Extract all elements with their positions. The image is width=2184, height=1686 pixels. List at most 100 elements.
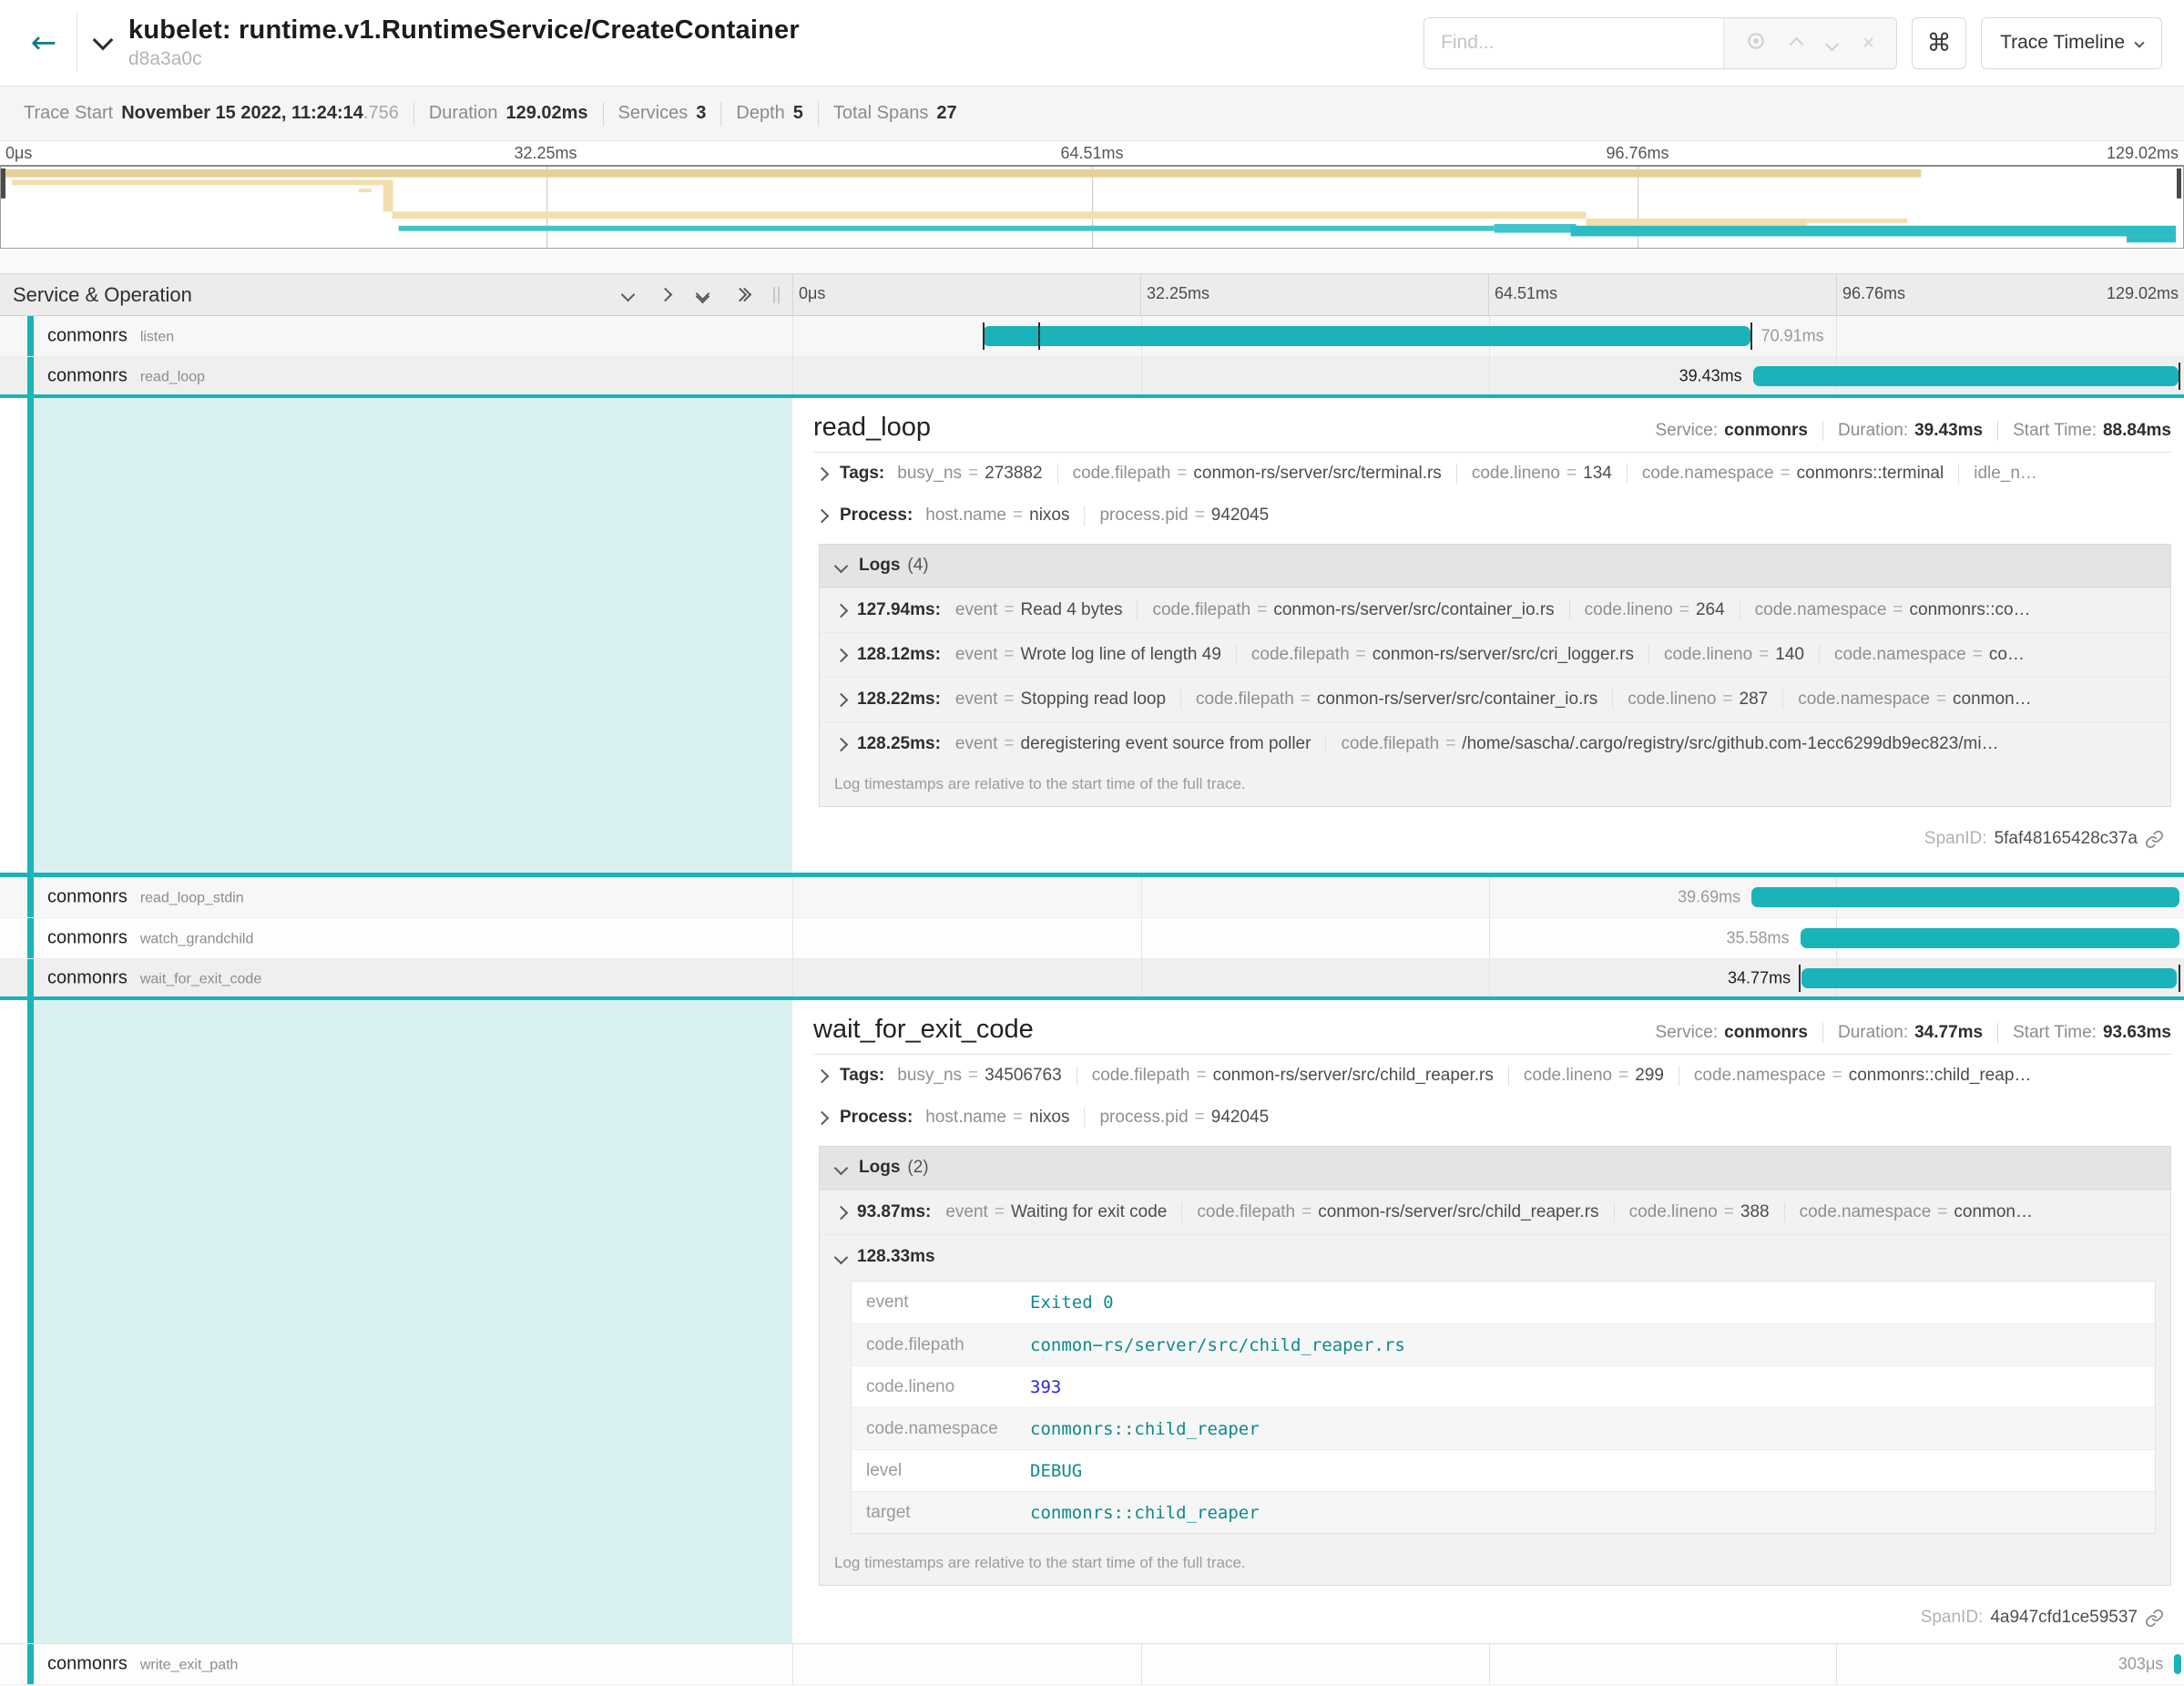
kv-chip[interactable]: code.filepath=conmon-rs/server/src/child…	[1077, 1066, 1508, 1086]
kv-chip[interactable]: code.filepath=conmon-rs/server/src/termi…	[1057, 464, 1456, 484]
kv-chip[interactable]: code.filepath=/home/sascha/.cargo/regist…	[1325, 734, 2013, 754]
find-input[interactable]	[1424, 18, 1723, 68]
summary-label: Depth	[736, 103, 784, 124]
span-timeline-cell[interactable]: 39.69ms	[792, 877, 2184, 917]
kv-chip[interactable]: code.lineno=140	[1648, 645, 1819, 665]
kv-chip[interactable]: code.filepath=conmon-rs/server/src/conta…	[1137, 600, 1568, 620]
tags-row[interactable]: Tags:busy_ns=273882code.filepath=conmon-…	[813, 453, 2171, 495]
kv-chip[interactable]: code.lineno=264	[1569, 600, 1740, 620]
kv-chip[interactable]: code.filepath=conmon-rs/server/src/cri_l…	[1236, 645, 1648, 665]
detail-meta: Service:conmonrsDuration:34.77msStart Ti…	[1656, 1023, 2172, 1043]
scope-icon[interactable]	[1746, 31, 1766, 55]
span-duration-bar[interactable]	[1801, 928, 2180, 948]
span-duration-bar[interactable]	[983, 326, 1750, 346]
timeline-gridline	[1489, 918, 1490, 958]
collapse-all-icon[interactable]	[698, 289, 708, 301]
kv-chip[interactable]: code.lineno=388	[1614, 1202, 1784, 1222]
chevron-right-icon	[815, 1068, 830, 1083]
back-icon[interactable]: ←	[20, 25, 67, 61]
trace-minimap[interactable]	[0, 165, 2184, 249]
process-row[interactable]: Process:host.name=nixosprocess.pid=94204…	[813, 1097, 2171, 1139]
minimap-span-segment	[393, 211, 1587, 219]
kv-chip[interactable]: code.namespace=conmonrs::terminal	[1627, 464, 1958, 484]
kv-chip[interactable]: code.namespace=conmonrs::co…	[1740, 600, 2046, 620]
log-entry[interactable]: 128.22ms:event=Stopping read loopcode.fi…	[820, 677, 2170, 721]
span-row-write_exit_path[interactable]: conmonrswrite_exit_path303μs	[0, 1644, 2184, 1685]
expand-one-icon[interactable]	[658, 288, 673, 302]
kv-chip[interactable]: code.filepath=conmon-rs/server/src/conta…	[1180, 690, 1612, 710]
log-fields-table: eventExited 0code.filepathconmon−rs/serv…	[851, 1281, 2156, 1534]
kv-chip[interactable]: process.pid=942045	[1084, 506, 1283, 526]
spanid-value: 5faf48165428c37a	[1995, 829, 2138, 849]
log-entry[interactable]: 128.25ms:event=deregistering event sourc…	[820, 721, 2170, 766]
span-row-watch_grandchild[interactable]: conmonrswatch_grandchild35.58ms	[0, 918, 2184, 959]
kv-chip[interactable]: event=Wrote log line of length 49	[946, 645, 1236, 665]
kv-chip[interactable]: busy_ns=273882	[888, 464, 1056, 484]
collapse-one-icon[interactable]	[621, 288, 636, 302]
find-clear-icon[interactable]: ×	[1863, 33, 1874, 53]
kv-chip[interactable]: event=deregistering event source from po…	[946, 734, 1326, 754]
minimap-gridline	[1092, 167, 1093, 248]
kv-chip[interactable]: code.lineno=287	[1612, 690, 1782, 710]
chevron-right-icon	[815, 508, 830, 523]
kv-chip[interactable]: code.namespace=conmon…	[1782, 690, 2046, 710]
kv-chip[interactable]: idle_n…	[1958, 464, 2052, 484]
tick-label: 32.25ms	[514, 144, 577, 163]
link-icon[interactable]	[2145, 830, 2164, 849]
kv-key: code.filepath	[1092, 1066, 1190, 1085]
column-resize-handle[interactable]	[773, 287, 780, 303]
kv-chip[interactable]: busy_ns=34506763	[888, 1066, 1076, 1086]
span-duration-bar[interactable]	[1751, 887, 2179, 907]
kv-value: conmon-rs/server/src/child_reaper.rs	[1318, 1202, 1598, 1221]
kv-chip[interactable]: process.pid=942045	[1084, 1108, 1283, 1128]
span-row-read_loop[interactable]: conmonrsread_loop39.43ms	[0, 357, 2184, 398]
kv-chip[interactable]: event=Waiting for exit code	[936, 1202, 1181, 1222]
span-timeline-cell[interactable]: 34.77ms	[792, 959, 2184, 996]
log-entry[interactable]: 128.12ms:event=Wrote log line of length …	[820, 632, 2170, 677]
span-row-wait_for_exit_code[interactable]: conmonrswait_for_exit_code34.77ms	[0, 959, 2184, 1000]
kv-chip[interactable]: code.lineno=299	[1508, 1066, 1679, 1086]
span-duration-bar[interactable]	[1801, 968, 2177, 988]
span-color-accent	[27, 1644, 34, 1684]
span-duration-bar[interactable]	[2174, 1654, 2181, 1674]
process-row[interactable]: Process:host.name=nixosprocess.pid=94204…	[813, 495, 2171, 536]
kv-equals: =	[1781, 464, 1791, 483]
kv-chip[interactable]: code.namespace=conmonrs::child_reap…	[1679, 1066, 2046, 1086]
span-timeline-cell[interactable]: 70.91ms	[792, 316, 2184, 356]
log-entry[interactable]: 93.87ms:event=Waiting for exit codecode.…	[820, 1190, 2170, 1234]
keyboard-shortcuts-button[interactable]: ⌘	[1912, 17, 1966, 69]
tick-label: 64.51ms	[1495, 284, 1557, 303]
logs-header[interactable]: Logs(2)	[820, 1147, 2170, 1190]
span-duration-bar[interactable]	[1753, 366, 2179, 386]
summary-item: Trace StartNovember 15 2022, 11:24:14.75…	[9, 103, 413, 124]
log-entry[interactable]: 127.94ms:event=Read 4 bytescode.filepath…	[820, 588, 2170, 632]
kv-chip[interactable]: code.namespace=co…	[1819, 645, 2039, 665]
collapse-header-icon[interactable]	[93, 30, 114, 51]
log-entry-expanded-header[interactable]: 128.33ms	[820, 1234, 2170, 1279]
kv-chip[interactable]: code.lineno=134	[1456, 464, 1627, 484]
span-timeline-cell[interactable]: 35.58ms	[792, 918, 2184, 958]
kv-equals: =	[1679, 600, 1689, 619]
span-timeline-cell[interactable]: 39.43ms	[792, 357, 2184, 394]
expand-all-icon[interactable]	[735, 290, 750, 300]
span-detail-panel-read_loop: read_loopService:conmonrsDuration:39.43m…	[0, 398, 2184, 877]
link-icon[interactable]	[2145, 1609, 2164, 1628]
kv-chip[interactable]: code.filepath=conmon-rs/server/src/child…	[1181, 1202, 1613, 1222]
tick-label: 0μs	[799, 284, 825, 303]
kv-chip[interactable]: host.name=nixos	[916, 1108, 1084, 1128]
kv-chip[interactable]: code.namespace=conmon…	[1784, 1202, 2047, 1222]
kv-chip[interactable]: host.name=nixos	[916, 506, 1084, 526]
log-field-key: code.namespace	[852, 1419, 1030, 1439]
view-selector-button[interactable]: Trace Timeline	[1981, 17, 2162, 69]
span-row-listen[interactable]: conmonrslisten70.91ms	[0, 316, 2184, 357]
tick-label: 64.51ms	[1060, 144, 1123, 163]
kv-chip[interactable]: event=Stopping read loop	[946, 690, 1180, 710]
kv-chip[interactable]: event=Read 4 bytes	[946, 600, 1138, 620]
span-timeline-cell[interactable]: 303μs	[792, 1644, 2184, 1684]
find-prev-icon[interactable]	[1791, 33, 1801, 53]
log-field-key: code.lineno	[852, 1377, 1030, 1397]
logs-header[interactable]: Logs(4)	[820, 545, 2170, 588]
tags-row[interactable]: Tags:busy_ns=34506763code.filepath=conmo…	[813, 1055, 2171, 1097]
span-row-read_loop_stdin[interactable]: conmonrsread_loop_stdin39.69ms	[0, 877, 2184, 918]
find-next-icon[interactable]	[1827, 33, 1837, 53]
